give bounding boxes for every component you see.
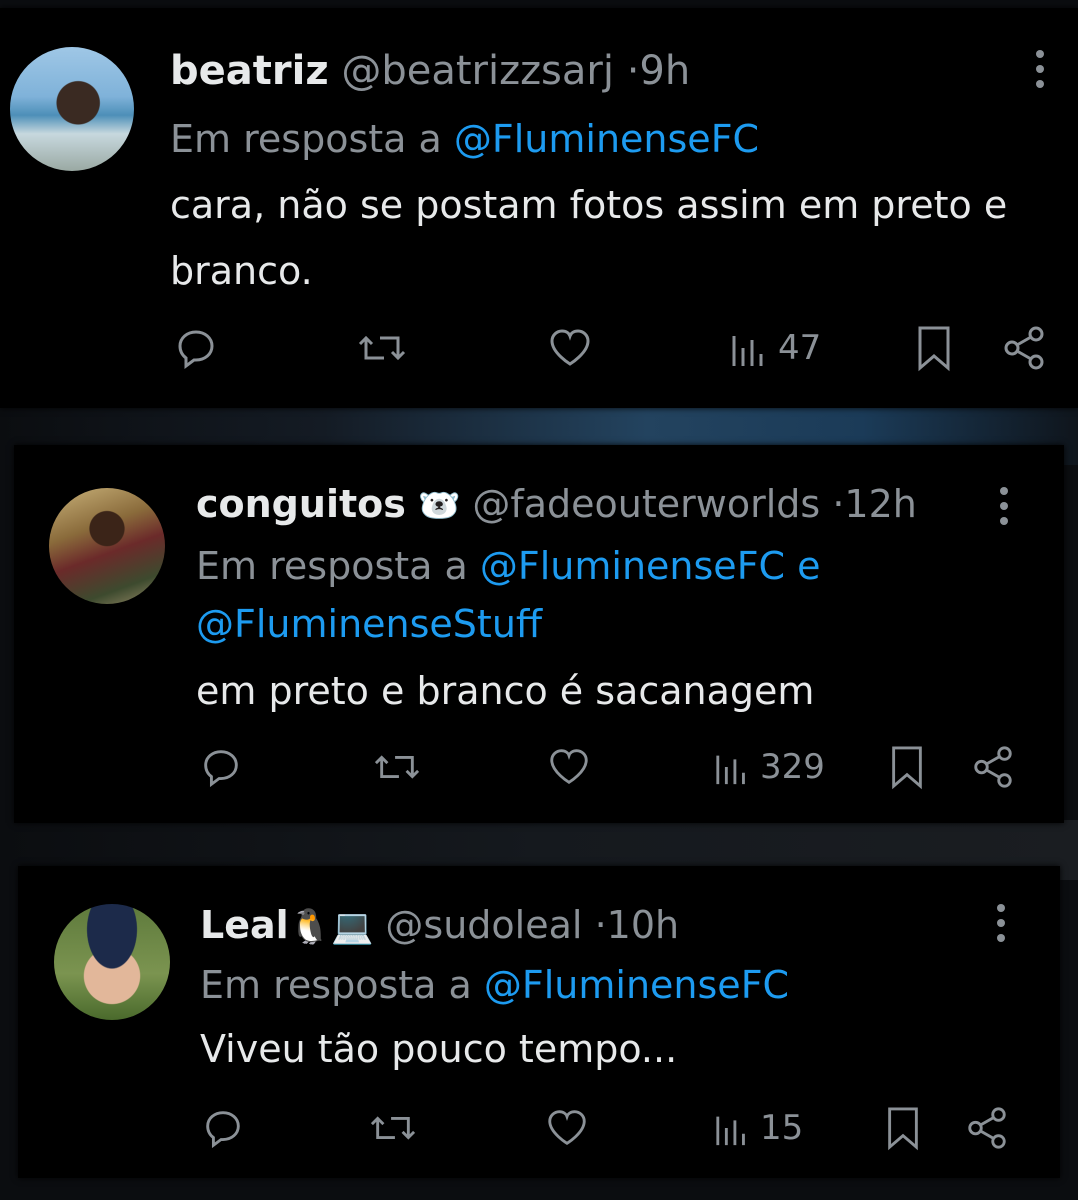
more-vertical-icon[interactable] [997,904,1005,949]
view-count: 329 [760,747,825,787]
comment-icon [178,330,214,369]
reply-context: Em resposta a @FluminenseFC e @Fluminens… [196,537,1036,653]
like-button[interactable] [544,1103,590,1153]
share-button[interactable] [970,742,1016,792]
mention-link[interactable]: @FluminenseFC [484,963,789,1007]
separator-dot: · [626,48,640,94]
tweet-text: Viveu tão pouco tempo... [200,1027,678,1071]
heart-icon [550,749,588,785]
mention-link[interactable]: @FluminenseFC [454,117,759,161]
timestamp[interactable]: 10h [607,903,679,947]
tweet-header: Leal🐧💻 @sudoleal ·10h [200,906,679,944]
share-icon [968,1107,1006,1149]
name-emoji: 🐧💻 [288,907,374,947]
share-icon [1004,326,1044,370]
share-icon [974,746,1012,788]
bookmark-button[interactable] [886,742,928,792]
user-handle[interactable]: @fadeouterworlds [472,482,820,526]
reply-joiner: e [797,544,821,588]
heart-icon [550,329,590,366]
comment-icon [206,1111,240,1149]
display-name[interactable]: beatriz [170,48,329,94]
bookmark-button[interactable] [912,323,956,373]
bookmark-icon [888,1107,918,1151]
like-button[interactable] [546,742,592,792]
reply-prefix: Em resposta a [196,544,468,588]
retweet-button[interactable] [356,323,408,373]
separator-dot: · [832,482,845,526]
separator-dot: · [594,903,607,947]
user-handle[interactable]: @sudoleal [385,903,582,947]
reply-prefix: Em resposta a [200,963,472,1007]
display-name[interactable]: Leal [200,903,289,947]
reply-button[interactable] [198,742,244,792]
share-button[interactable] [964,1103,1010,1153]
tweet-card[interactable]: Leal🐧💻 @sudoleal ·10h Em resposta a @Flu… [18,866,1060,1178]
views-button[interactable]: 47 [730,323,821,373]
bar-chart-icon [716,755,745,785]
retweet-icon [370,1116,416,1140]
reply-context: Em resposta a @FluminenseFC [200,956,789,1014]
display-name[interactable]: conguitos [196,482,406,526]
views-button[interactable]: 329 [714,742,825,792]
views-button[interactable]: 15 [714,1103,803,1153]
heart-icon [548,1110,586,1146]
view-count: 47 [778,328,822,368]
avatar[interactable] [49,488,165,604]
comment-icon [204,750,238,788]
tweet-card[interactable]: beatriz @beatrizzsarj ·9h Em resposta a … [0,8,1078,408]
tweet-header: beatriz @beatrizzsarj ·9h [170,51,690,91]
bookmark-icon [918,326,950,372]
timestamp[interactable]: 12h [844,482,916,526]
bar-chart-icon [732,336,763,366]
action-bar: 329 [196,742,1036,792]
avatar[interactable] [10,47,134,171]
like-button[interactable] [546,323,594,373]
timestamp[interactable]: 9h [639,48,690,94]
tweet-header: conguitos 🐻‍❄️ @fadeouterworlds ·12h [196,485,917,523]
share-button[interactable] [1000,323,1048,373]
user-handle[interactable]: @beatrizzsarj [341,48,614,94]
reply-button[interactable] [200,1103,246,1153]
retweet-icon [358,335,406,361]
avatar[interactable] [54,904,170,1020]
bar-chart-icon [716,1116,745,1146]
more-vertical-icon[interactable] [1036,50,1044,95]
tweet-text: em preto e branco é sacanagem [196,669,815,713]
mention-link[interactable]: @FluminenseFC [480,544,785,588]
reply-context: Em resposta a @FluminenseFC [170,110,759,168]
view-count: 15 [760,1108,804,1148]
reply-button[interactable] [172,323,220,373]
mention-link-2[interactable]: @FluminenseStuff [196,602,542,646]
name-emoji: 🐻‍❄️ [417,486,461,526]
more-vertical-icon[interactable] [1000,487,1008,532]
action-bar: 15 [200,1103,1040,1153]
bookmark-icon [892,746,922,790]
retweet-button[interactable] [372,742,422,792]
reply-prefix: Em resposta a [170,117,442,161]
tweet-text: cara, não se postam fotos assim em preto… [170,183,1008,293]
tweet-card[interactable]: conguitos 🐻‍❄️ @fadeouterworlds ·12h Em … [14,445,1064,823]
bookmark-button[interactable] [882,1103,924,1153]
retweet-button[interactable] [368,1103,418,1153]
action-bar: 47 [170,323,1050,373]
retweet-icon [374,755,420,779]
